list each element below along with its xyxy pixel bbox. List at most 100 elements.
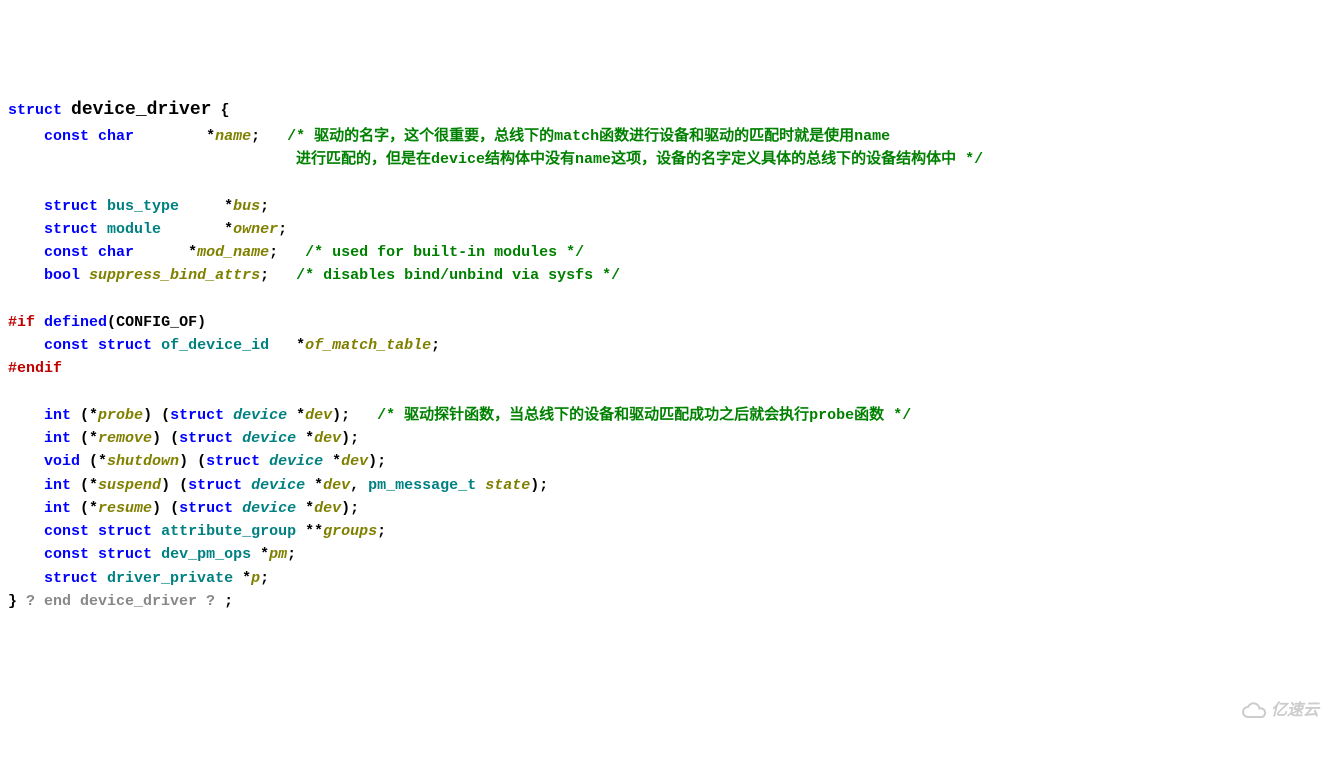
- pp-if: #if: [8, 314, 35, 331]
- arg-state: state: [485, 477, 530, 494]
- punct: (*: [80, 453, 107, 470]
- punct: );: [368, 453, 386, 470]
- field-suppress-bind-attrs: suppress_bind_attrs: [89, 267, 260, 284]
- code-line: struct bus_type *bus;: [8, 198, 269, 215]
- type-bus-type: bus_type: [107, 198, 179, 215]
- star: *: [251, 546, 269, 563]
- comment: 进行匹配的，但是在device结构体中没有name这项，设备的名字定义具体的总线…: [296, 151, 983, 168]
- punct: }: [8, 593, 17, 610]
- keyword-struct: struct: [8, 102, 62, 119]
- star: *: [287, 407, 305, 424]
- field-name: name: [215, 128, 251, 145]
- arg-dev: dev: [341, 453, 368, 470]
- keyword-struct: struct: [179, 430, 233, 447]
- type-device: device: [251, 477, 305, 494]
- field-suspend: suspend: [98, 477, 161, 494]
- keyword-void: void: [44, 453, 80, 470]
- arg-dev: dev: [314, 500, 341, 517]
- keyword-struct: struct: [44, 198, 98, 215]
- star: *: [296, 430, 314, 447]
- punct: );: [341, 430, 359, 447]
- field-remove: remove: [98, 430, 152, 447]
- code-line: int (*probe) (struct device *dev); /* 驱动…: [8, 407, 911, 424]
- punct: ) (: [143, 407, 170, 424]
- space: [476, 477, 485, 494]
- code-line: 进行匹配的，但是在device结构体中没有name这项，设备的名字定义具体的总线…: [8, 151, 983, 168]
- keyword-int: int: [44, 407, 71, 424]
- punct: ) (: [152, 430, 179, 447]
- star: *: [224, 221, 233, 238]
- punct: ) (: [179, 453, 206, 470]
- star: *: [206, 128, 215, 145]
- comment: /* 驱动的名字，这个很重要，总线下的match函数进行设备和驱动的匹配时就是使…: [287, 128, 890, 145]
- punct: ;: [251, 128, 287, 145]
- punct: ;: [431, 337, 440, 354]
- punct: (*: [71, 500, 98, 517]
- field-groups: groups: [323, 523, 377, 540]
- keyword-struct: struct: [98, 337, 152, 354]
- punct: ;: [287, 546, 296, 563]
- punct: ;: [260, 267, 296, 284]
- arg-dev: dev: [323, 477, 350, 494]
- star: *: [188, 244, 197, 261]
- keyword-int: int: [44, 500, 71, 517]
- field-bus: bus: [233, 198, 260, 215]
- watermark-text: 亿速云: [1271, 699, 1319, 724]
- fold-marker: ? end device_driver ?: [17, 593, 224, 610]
- code-line: const char *mod_name; /* used for built-…: [8, 244, 584, 261]
- pp-endif: #endif: [8, 360, 62, 377]
- code-line: int (*suspend) (struct device *dev, pm_m…: [8, 477, 548, 494]
- arg-dev: dev: [314, 430, 341, 447]
- star: *: [296, 500, 314, 517]
- type-pm-message-t: pm_message_t: [368, 477, 476, 494]
- punct: ;: [269, 244, 305, 261]
- punct: ;: [278, 221, 287, 238]
- keyword-char: char: [98, 128, 134, 145]
- comment: /* disables bind/unbind via sysfs */: [296, 267, 620, 284]
- cloud-icon: [1241, 653, 1267, 770]
- punct: );: [332, 407, 377, 424]
- punct: (*: [71, 407, 98, 424]
- code-line: void (*shutdown) (struct device *dev);: [8, 453, 386, 470]
- punct: ) (: [152, 500, 179, 517]
- keyword-const: const: [44, 244, 89, 261]
- keyword-struct: struct: [44, 221, 98, 238]
- keyword-struct: struct: [44, 570, 98, 587]
- keyword-bool: bool: [44, 267, 80, 284]
- code-line: #if defined(CONFIG_OF): [8, 314, 206, 331]
- field-p: p: [251, 570, 260, 587]
- type-of-device-id: of_device_id: [161, 337, 269, 354]
- field-resume: resume: [98, 500, 152, 517]
- field-probe: probe: [98, 407, 143, 424]
- code-line: int (*resume) (struct device *dev);: [8, 500, 359, 517]
- punct: (*: [71, 430, 98, 447]
- field-mod-name: mod_name: [197, 244, 269, 261]
- star: **: [296, 523, 323, 540]
- keyword-struct: struct: [170, 407, 224, 424]
- field-shutdown: shutdown: [107, 453, 179, 470]
- keyword-int: int: [44, 477, 71, 494]
- star: *: [224, 198, 233, 215]
- type-driver-private: driver_private: [107, 570, 233, 587]
- punct: );: [341, 500, 359, 517]
- punct: ;: [377, 523, 386, 540]
- keyword-struct: struct: [206, 453, 260, 470]
- code-line: struct device_driver {: [8, 102, 229, 119]
- keyword-const: const: [44, 337, 89, 354]
- keyword-const: const: [44, 128, 89, 145]
- punct: (*: [71, 477, 98, 494]
- keyword-struct: struct: [98, 523, 152, 540]
- punct: ;: [224, 593, 233, 610]
- code-line: struct module *owner;: [8, 221, 287, 238]
- punct: (: [107, 314, 116, 331]
- type-attribute-group: attribute_group: [161, 523, 296, 540]
- arg-dev: dev: [305, 407, 332, 424]
- type-device: device: [269, 453, 323, 470]
- keyword-const: const: [44, 546, 89, 563]
- code-line: int (*remove) (struct device *dev);: [8, 430, 359, 447]
- punct: {: [211, 102, 229, 119]
- star: *: [305, 477, 323, 494]
- code-line: const struct attribute_group **groups;: [8, 523, 386, 540]
- type-device-driver: device_driver: [71, 100, 211, 120]
- punct: ) (: [161, 477, 188, 494]
